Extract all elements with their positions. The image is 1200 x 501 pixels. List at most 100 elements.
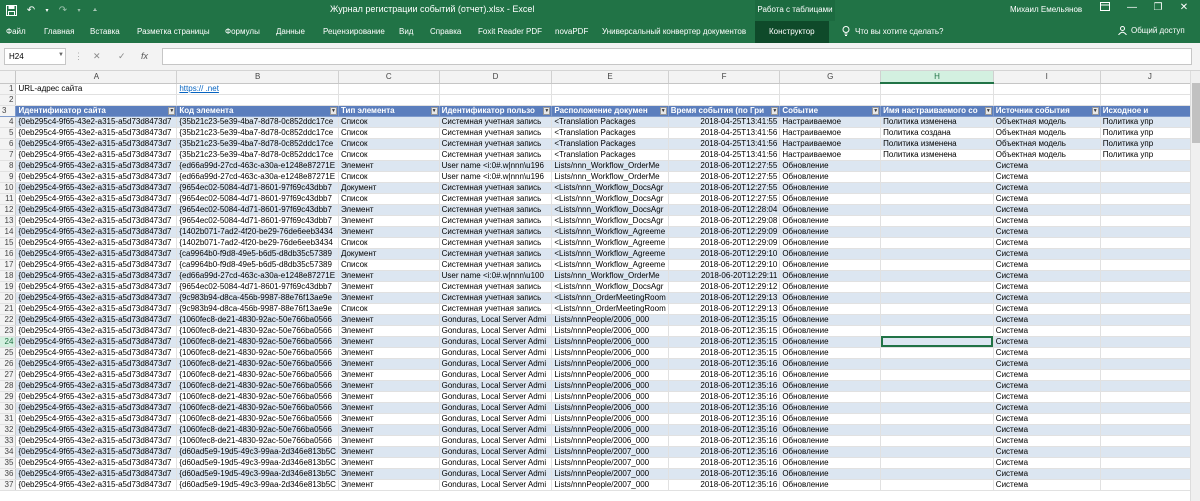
cell[interactable] <box>880 215 994 227</box>
row-header[interactable]: 25 <box>0 347 17 359</box>
cell[interactable] <box>1100 292 1200 304</box>
row-header[interactable]: 16 <box>0 248 17 260</box>
table-header-cell[interactable]: Время события (по Гри ▼ <box>668 105 781 117</box>
tab-formulas[interactable]: Формулы <box>225 27 260 36</box>
cell[interactable] <box>880 94 994 106</box>
cell[interactable] <box>880 446 994 458</box>
cell[interactable]: Lists/nnnPeople/2006_000 <box>551 424 669 436</box>
worksheet-grid[interactable]: ABCDEFGHIJ 1 URL-адрес сайта https:// .net… <box>0 71 1200 501</box>
cell[interactable]: Lists/nnn_Workflow_OrderMe <box>551 171 669 183</box>
cell[interactable]: Gonduras, Local Server Admi <box>439 457 553 469</box>
cell[interactable]: Системная учетная запись <box>439 303 553 315</box>
row-header[interactable]: 18 <box>0 270 17 282</box>
filter-dropdown-icon[interactable]: ▼ <box>329 106 337 115</box>
cell[interactable]: Системная учетная запись <box>439 138 553 150</box>
row-header[interactable]: 30 <box>0 402 17 414</box>
cell[interactable]: Документ <box>338 182 440 194</box>
cell[interactable]: {0eb295c4-9f65-43e2-a315-a5d73d8473d7 <box>15 138 178 150</box>
cell[interactable]: Gonduras, Local Server Admi <box>439 479 553 491</box>
column-header-a[interactable]: A <box>15 71 178 84</box>
cell[interactable]: Lists/nnnPeople/2006_000 <box>551 347 669 359</box>
cell[interactable]: Система <box>993 413 1101 425</box>
column-header-i[interactable]: I <box>993 71 1101 84</box>
cell[interactable] <box>1100 446 1200 458</box>
cell[interactable]: 2018-06-20T12:35:16 <box>668 413 781 425</box>
cell[interactable]: Система <box>993 380 1101 392</box>
cell[interactable] <box>880 314 994 326</box>
cell[interactable] <box>880 391 994 403</box>
cell[interactable] <box>880 347 994 359</box>
cell[interactable]: Элемент <box>338 391 440 403</box>
row-header[interactable]: 17 <box>0 259 17 271</box>
cell[interactable]: {0eb295c4-9f65-43e2-a315-a5d73d8473d7 <box>15 182 178 194</box>
cell[interactable]: Элемент <box>338 347 440 359</box>
cell[interactable]: 2018-06-20T12:29:10 <box>668 259 781 271</box>
row-header[interactable]: 9 <box>0 171 17 183</box>
row-header[interactable]: 4 <box>0 116 17 128</box>
cell[interactable]: Gonduras, Local Server Admi <box>439 391 553 403</box>
cell[interactable]: 2018-06-20T12:35:16 <box>668 468 781 480</box>
cell[interactable]: <Lists/nnn_Workflow_Agreeme <box>551 237 669 249</box>
cell[interactable]: Список <box>338 127 440 139</box>
cell[interactable] <box>880 303 994 315</box>
cell[interactable] <box>880 468 994 480</box>
cell[interactable]: Lists/nnnPeople/2006_000 <box>551 314 669 326</box>
cell[interactable]: Gonduras, Local Server Admi <box>439 413 553 425</box>
cell[interactable]: Список <box>338 116 440 128</box>
cell[interactable]: {d60ad5e9-19d5-49c3-99aa-2d346e813b5C <box>176 457 339 469</box>
cell[interactable] <box>1100 237 1200 249</box>
cell[interactable]: {ed66a99d-27cd-463c-a30a-e1248e87271E <box>176 160 339 172</box>
cell[interactable]: {1060fec8-de21-4830-92ac-50e766ba0566 <box>176 314 339 326</box>
cell[interactable] <box>439 83 553 95</box>
cell[interactable]: Объектная модель <box>993 149 1101 161</box>
tab-file[interactable]: Файл <box>6 27 26 36</box>
cell[interactable]: Список <box>338 259 440 271</box>
cell[interactable]: Элемент <box>338 380 440 392</box>
cell[interactable] <box>1100 303 1200 315</box>
vertical-scrollbar[interactable] <box>1190 71 1200 501</box>
cell[interactable]: {0eb295c4-9f65-43e2-a315-a5d73d8473d7 <box>15 160 178 172</box>
cell[interactable]: Политика упр <box>1100 127 1200 139</box>
cell[interactable]: {ed66a99d-27cd-463c-a30a-e1248e87271E <box>176 270 339 282</box>
cell[interactable]: Элемент <box>338 204 440 216</box>
cell[interactable] <box>1100 380 1200 392</box>
cell[interactable] <box>880 369 994 381</box>
cell[interactable]: Система <box>993 248 1101 260</box>
cell[interactable]: Элемент <box>338 479 440 491</box>
cell[interactable]: Системная учетная запись <box>439 259 553 271</box>
cell[interactable]: <Lists/nnn_Workflow_DocsAgr <box>551 215 669 227</box>
cell[interactable]: {0eb295c4-9f65-43e2-a315-a5d73d8473d7 <box>15 369 178 381</box>
cell[interactable]: Список <box>338 303 440 315</box>
cell[interactable]: Система <box>993 171 1101 183</box>
cell[interactable]: <Translation Packages <box>551 116 669 128</box>
cell[interactable]: {0eb295c4-9f65-43e2-a315-a5d73d8473d7 <box>15 479 178 491</box>
column-header-f[interactable]: F <box>668 71 781 84</box>
cell[interactable]: Политика упр <box>1100 116 1200 128</box>
cell[interactable] <box>1100 369 1200 381</box>
row-header[interactable]: 13 <box>0 215 17 227</box>
redo-dropdown-icon[interactable]: ▾ <box>76 4 82 18</box>
cell[interactable]: Настраиваемое <box>779 149 882 161</box>
cell[interactable]: Система <box>993 259 1101 271</box>
cancel-icon[interactable]: ✕ <box>93 51 101 62</box>
cell[interactable]: {9654ec02-5084-4d71-8601-97f69c43dbb7 <box>176 204 339 216</box>
cell[interactable]: 2018-06-20T12:35:16 <box>668 391 781 403</box>
table-header-cell[interactable]: Исходное и▼ <box>1100 105 1200 117</box>
cell[interactable]: Обновление <box>779 325 882 337</box>
cell[interactable]: Обновление <box>779 347 882 359</box>
cell[interactable]: Система <box>993 358 1101 370</box>
cell[interactable]: {0eb295c4-9f65-43e2-a315-a5d73d8473d7 <box>15 171 178 183</box>
cell[interactable]: Элемент <box>338 402 440 414</box>
cell[interactable]: Система <box>993 468 1101 480</box>
cell[interactable]: Система <box>993 204 1101 216</box>
cell[interactable]: Системная учетная запись <box>439 292 553 304</box>
cell[interactable]: {0eb295c4-9f65-43e2-a315-a5d73d8473d7 <box>15 149 178 161</box>
cell[interactable]: Система <box>993 270 1101 282</box>
row-header[interactable]: 6 <box>0 138 17 150</box>
tab-help[interactable]: Справка <box>430 27 461 36</box>
cell[interactable]: Система <box>993 402 1101 414</box>
cell[interactable]: {1060fec8-de21-4830-92ac-50e766ba0566 <box>176 358 339 370</box>
cell[interactable]: {35b21c23-5e39-4ba7-8d78-0c852ddc17ce <box>176 116 339 128</box>
row-header[interactable]: 23 <box>0 325 17 337</box>
row-header[interactable]: 8 <box>0 160 17 172</box>
